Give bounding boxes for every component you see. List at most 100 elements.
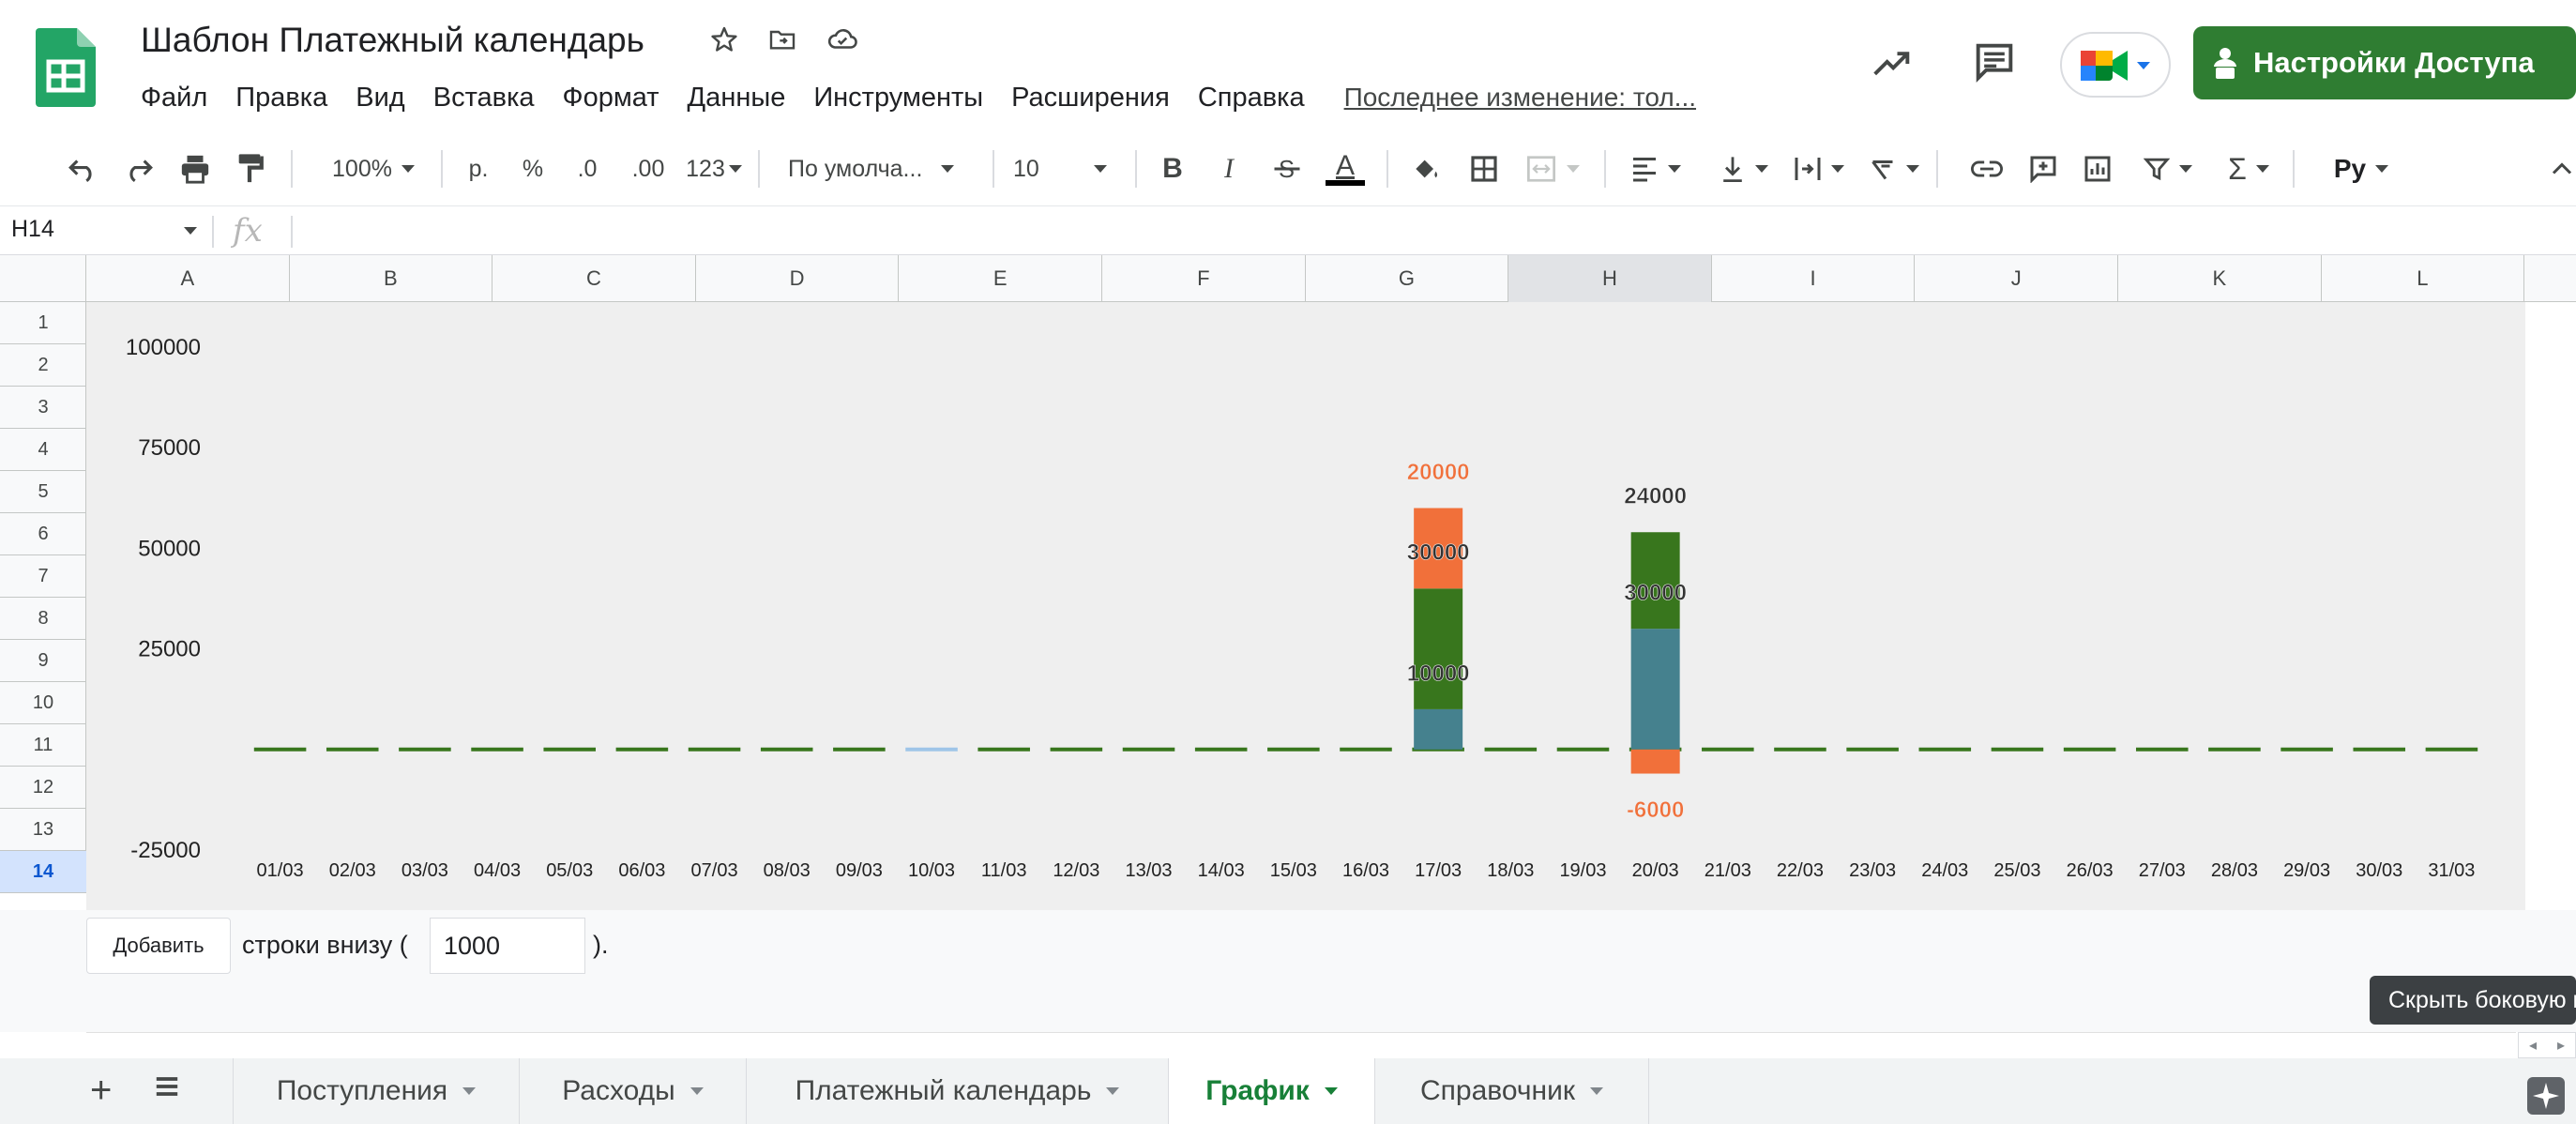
scroll-left-icon[interactable]: ◂ xyxy=(2529,1036,2537,1055)
row-header-1[interactable]: 1 xyxy=(0,302,86,344)
merge-cells-icon[interactable] xyxy=(1520,148,1585,190)
column-header-c[interactable]: C xyxy=(492,255,696,302)
menu-data[interactable]: Данные xyxy=(688,83,786,114)
share-button[interactable]: Настройки Доступа xyxy=(2193,26,2576,99)
column-header-d[interactable]: D xyxy=(696,255,900,302)
more-formats-button[interactable]: 123 xyxy=(681,148,747,190)
row-header-6[interactable]: 6 xyxy=(0,513,86,555)
decrease-decimals-button[interactable]: .0 xyxy=(567,148,608,190)
column-header-k[interactable]: K xyxy=(2118,255,2322,302)
embedded-chart[interactable]: 100000 75000 50000 25000 -25000 01/03 02/03 03/… xyxy=(86,302,2525,910)
row-header-4[interactable]: 4 xyxy=(0,429,86,471)
select-all-corner[interactable] xyxy=(0,255,86,302)
data-label: 24000 xyxy=(1624,484,1687,509)
menu-insert[interactable]: Вставка xyxy=(433,83,535,114)
text-color-button[interactable]: A xyxy=(1325,148,1366,190)
undo-icon[interactable] xyxy=(62,148,103,190)
font-size-select[interactable]: 10 xyxy=(1013,148,1126,190)
column-header-j[interactable]: J xyxy=(1915,255,2118,302)
x-tick-label: 22/03 xyxy=(1777,860,1824,881)
print-icon[interactable] xyxy=(174,148,216,190)
insert-link-icon[interactable] xyxy=(1966,148,2008,190)
move-to-folder-icon[interactable] xyxy=(764,21,801,58)
meet-button[interactable] xyxy=(2060,32,2171,98)
italic-button[interactable]: I xyxy=(1210,148,1248,190)
row-header-12[interactable]: 12 xyxy=(0,767,86,809)
menu-tools[interactable]: Инструменты xyxy=(813,83,983,114)
menu-view[interactable]: Вид xyxy=(356,83,404,114)
row-header-11[interactable]: 11 xyxy=(0,724,86,767)
activity-trend-icon[interactable] xyxy=(1867,39,1916,88)
document-title[interactable]: Шаблон Платежный календарь xyxy=(141,21,644,60)
column-header-h[interactable]: H xyxy=(1508,255,1712,302)
increase-decimals-button[interactable]: .00 xyxy=(623,148,674,190)
column-header-a[interactable]: A xyxy=(86,255,290,302)
sheet-tab-chart[interactable]: График xyxy=(1169,1058,1375,1124)
row-header-2[interactable]: 2 xyxy=(0,344,86,387)
row-header-8[interactable]: 8 xyxy=(0,598,86,640)
functions-icon[interactable]: Σ xyxy=(2216,148,2281,190)
bar-segment xyxy=(1414,708,1463,750)
vertical-align-icon[interactable] xyxy=(1711,148,1777,190)
cloud-saved-icon[interactable] xyxy=(824,21,861,58)
text-wrap-icon[interactable] xyxy=(1786,148,1852,190)
filter-icon[interactable] xyxy=(2135,148,2201,190)
menu-help[interactable]: Справка xyxy=(1198,83,1305,114)
menu-file[interactable]: Файл xyxy=(141,83,207,114)
add-sheet-button[interactable]: + xyxy=(90,1070,112,1112)
row-header-7[interactable]: 7 xyxy=(0,555,86,598)
column-header-i[interactable]: I xyxy=(1712,255,1916,302)
borders-icon[interactable] xyxy=(1463,148,1505,190)
scroll-arrows[interactable]: ◂ ▸ xyxy=(2518,1032,2576,1058)
formula-input[interactable] xyxy=(300,212,2552,251)
sheet-tab-expenses[interactable]: Расходы xyxy=(520,1058,747,1124)
column-header-e[interactable]: E xyxy=(899,255,1102,302)
collapse-menus-icon[interactable] xyxy=(2548,148,2576,190)
font-family-select[interactable]: По умолча... xyxy=(788,148,976,190)
add-rows-button[interactable]: Добавить xyxy=(86,918,231,974)
row-header-10[interactable]: 10 xyxy=(0,682,86,724)
column-header-l[interactable]: L xyxy=(2322,255,2525,302)
row-header-5[interactable]: 5 xyxy=(0,471,86,513)
horizontal-scrollbar[interactable] xyxy=(86,1032,2516,1058)
explore-icon[interactable] xyxy=(2527,1077,2565,1115)
redo-icon[interactable] xyxy=(118,148,159,190)
sheets-logo-icon[interactable] xyxy=(36,28,96,107)
fill-color-icon[interactable] xyxy=(1405,148,1447,190)
input-tools-button[interactable]: Ру xyxy=(2319,148,2403,190)
row-header-3[interactable]: 3 xyxy=(0,387,86,429)
star-icon[interactable] xyxy=(705,21,743,58)
row-header-9[interactable]: 9 xyxy=(0,640,86,682)
strikethrough-icon[interactable]: S xyxy=(1266,148,1308,190)
x-tick-label: 15/03 xyxy=(1270,860,1317,881)
insert-comment-icon[interactable] xyxy=(2023,148,2064,190)
column-header-b[interactable]: B xyxy=(290,255,493,302)
add-rows-count-input[interactable]: 1000 xyxy=(430,918,585,974)
text-rotation-icon[interactable] xyxy=(1861,148,1927,190)
bold-button[interactable]: B xyxy=(1154,148,1191,190)
scroll-right-icon[interactable]: ▸ xyxy=(2557,1036,2565,1055)
sheet-tab-reference[interactable]: Справочник xyxy=(1375,1058,1649,1124)
meet-dropdown-icon xyxy=(2137,62,2150,69)
menu-format[interactable]: Формат xyxy=(563,83,659,114)
sheet-tab-payment-calendar[interactable]: Платежный календарь xyxy=(747,1058,1169,1124)
name-box[interactable]: H14 xyxy=(11,216,199,248)
currency-format-button[interactable]: р. xyxy=(460,148,497,190)
sheet-tab-incoming[interactable]: Поступления xyxy=(233,1058,520,1124)
row-header-14[interactable]: 14 xyxy=(0,851,86,893)
menu-extensions[interactable]: Расширения xyxy=(1011,83,1170,114)
column-header-g[interactable]: G xyxy=(1306,255,1509,302)
comments-icon[interactable] xyxy=(1970,38,2019,86)
sheet-tab-label: Расходы xyxy=(562,1075,675,1106)
paint-format-icon[interactable] xyxy=(229,148,270,190)
all-sheets-icon[interactable] xyxy=(152,1071,186,1109)
row-header-13[interactable]: 13 xyxy=(0,809,86,851)
last-edit-link[interactable]: Последнее изменение: тол... xyxy=(1344,83,1696,113)
zoom-select[interactable]: 100% xyxy=(315,148,432,190)
decrease-decimals-label: .0 xyxy=(577,155,598,182)
percent-format-button[interactable]: % xyxy=(514,148,552,190)
column-header-f[interactable]: F xyxy=(1102,255,1306,302)
horizontal-align-icon[interactable] xyxy=(1623,148,1689,190)
menu-edit[interactable]: Правка xyxy=(235,83,327,114)
insert-chart-icon[interactable] xyxy=(2077,148,2118,190)
